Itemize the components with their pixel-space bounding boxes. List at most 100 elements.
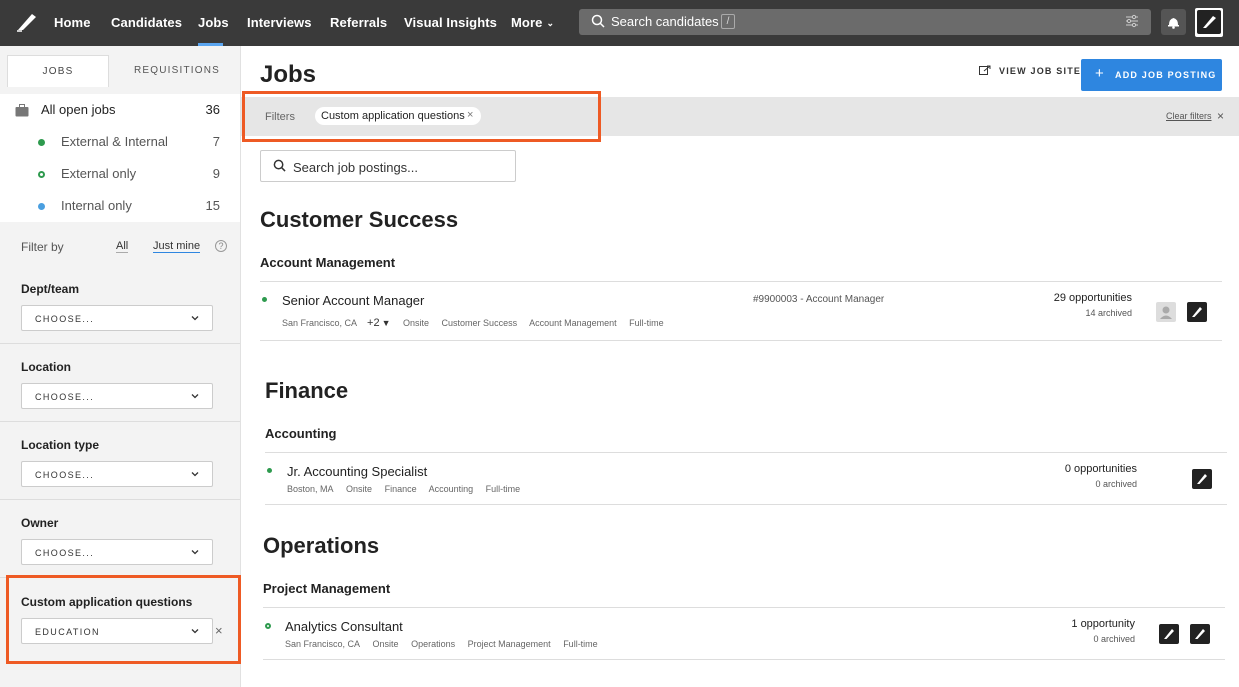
department-title: Operations (263, 533, 380, 558)
filter-all-link[interactable]: All (116, 240, 129, 253)
job-group-label: External only (61, 166, 137, 181)
candidate-search-input[interactable]: Search candidates / (579, 9, 1151, 35)
close-icon[interactable]: × (1217, 109, 1224, 123)
status-ring-icon (265, 623, 271, 629)
lever-logo-icon[interactable] (14, 10, 38, 34)
opportunities-count[interactable]: 29 opportunities (992, 292, 1132, 304)
requisition-code[interactable]: #9900003 - Account Manager (753, 294, 884, 305)
highlight-box (242, 91, 601, 142)
help-icon[interactable]: ? (215, 240, 227, 252)
posting-tag: Full-time (563, 639, 598, 649)
tab-requisitions[interactable]: REQUISITIONS (120, 55, 234, 87)
posting-title[interactable]: Analytics Consultant (285, 619, 403, 634)
divider (265, 452, 1227, 453)
lever-avatar-icon (1195, 629, 1205, 639)
avatar[interactable] (1156, 302, 1176, 322)
status-ring-icon (38, 171, 45, 178)
avatar[interactable] (1192, 469, 1212, 489)
filter-dept-title: Dept/team (21, 282, 80, 296)
sidebar: JOBS REQUISITIONS All open jobs 36 Exter… (0, 46, 241, 687)
posting-tag: Finance (384, 484, 417, 494)
filter-location-type-title: Location type (21, 438, 100, 452)
job-group-label: Internal only (61, 198, 132, 213)
divider (263, 607, 1225, 608)
divider (260, 340, 1222, 341)
clear-filters-link[interactable]: Clear filters (1166, 111, 1212, 121)
tab-jobs[interactable]: JOBS (7, 55, 109, 87)
posting-location: Boston, MA (287, 484, 334, 494)
owner-select[interactable]: CHOOSE... (21, 539, 213, 565)
posting-tag: Onsite (372, 639, 399, 649)
opportunities-count[interactable]: 0 opportunities (997, 463, 1137, 475)
job-group-label: External & Internal (61, 134, 168, 149)
posting-tag: Project Management (467, 639, 551, 649)
posting-tag: Operations (411, 639, 456, 649)
job-search-placeholder: Search job postings... (293, 160, 419, 175)
nav-more-label: More (511, 15, 543, 30)
user-menu-button[interactable] (1195, 8, 1223, 37)
posting-tag: Account Management (529, 318, 617, 328)
archived-count[interactable]: 0 archived (997, 479, 1137, 489)
external-link-icon (979, 65, 991, 75)
briefcase-icon (15, 104, 29, 117)
person-icon (1160, 306, 1172, 319)
team-title: Account Management (260, 255, 396, 270)
posting-tag: Full-time (485, 484, 521, 494)
posting-tag: Onsite (403, 318, 430, 328)
department-title: Finance (265, 378, 349, 403)
select-value: CHOOSE... (35, 548, 95, 558)
posting-tags: San Francisco, CA +2 ▼ Onsite Customer Suc… (282, 317, 674, 329)
team-title: Project Management (263, 581, 391, 596)
posting-tags: Boston, MA Onsite Finance Accounting Ful… (287, 484, 530, 494)
job-group-label: All open jobs (41, 102, 116, 117)
archived-count[interactable]: 14 archived (992, 308, 1132, 318)
posting-location: San Francisco, CA (282, 318, 358, 328)
search-icon (591, 14, 605, 28)
filter-location-title: Location (21, 360, 71, 374)
posting-tag: Accounting (428, 484, 474, 494)
posting-title[interactable]: Jr. Accounting Specialist (287, 464, 427, 479)
top-nav: Home Candidates Jobs Interviews Referral… (0, 0, 1239, 46)
highlight-box (6, 575, 241, 664)
filter-owner-title: Owner (21, 516, 59, 530)
avatar (1197, 10, 1221, 34)
nav-more[interactable]: More ⌄ (511, 15, 554, 30)
nav-candidates[interactable]: Candidates (111, 15, 182, 30)
job-group-internal-only[interactable]: Internal only 15 (0, 190, 240, 222)
select-value: CHOOSE... (35, 314, 95, 324)
nav-referrals[interactable]: Referrals (330, 15, 387, 30)
location-select[interactable]: CHOOSE... (21, 383, 213, 409)
dept-select[interactable]: CHOOSE... (21, 305, 213, 331)
nav-jobs[interactable]: Jobs (198, 15, 229, 30)
filter-just-mine-link[interactable]: Just mine (153, 240, 201, 253)
avatar[interactable] (1159, 624, 1179, 644)
sliders-icon[interactable] (1125, 14, 1139, 28)
posting-tag: Customer Success (441, 318, 518, 328)
view-job-site-link[interactable]: VIEW JOB SITE (979, 65, 1082, 76)
caret-down-icon[interactable]: ▼ (382, 318, 391, 328)
team-title: Accounting (265, 426, 337, 441)
posting-location: San Francisco, CA (285, 639, 361, 649)
search-placeholder: Search candidates (611, 14, 719, 29)
nav-home[interactable]: Home (54, 15, 91, 30)
job-search-input[interactable]: Search job postings... (260, 150, 516, 182)
avatar[interactable] (1187, 302, 1207, 322)
add-job-posting-button[interactable]: + ADD JOB POSTING (1081, 59, 1222, 91)
notifications-button[interactable] (1161, 9, 1186, 35)
avatar[interactable] (1190, 624, 1210, 644)
posting-title[interactable]: Senior Account Manager (282, 293, 424, 308)
divider (263, 659, 1225, 660)
chevron-down-icon (191, 472, 199, 477)
view-job-site-label: VIEW JOB SITE (999, 66, 1082, 76)
sidebar-tabs: JOBS REQUISITIONS (7, 55, 234, 87)
archived-count[interactable]: 0 archived (995, 634, 1135, 644)
opportunities-count[interactable]: 1 opportunity (995, 618, 1135, 630)
nav-visual-insights[interactable]: Visual Insights (404, 15, 497, 30)
more-locations[interactable]: +2 (367, 317, 380, 329)
location-type-select[interactable]: CHOOSE... (21, 461, 213, 487)
job-group-all-open[interactable]: All open jobs 36 (0, 94, 240, 126)
job-group-external-only[interactable]: External only 9 (0, 158, 240, 190)
job-group-external-internal[interactable]: External & Internal 7 (0, 126, 240, 158)
filter-by-label: Filter by (21, 240, 64, 254)
nav-interviews[interactable]: Interviews (247, 15, 312, 30)
